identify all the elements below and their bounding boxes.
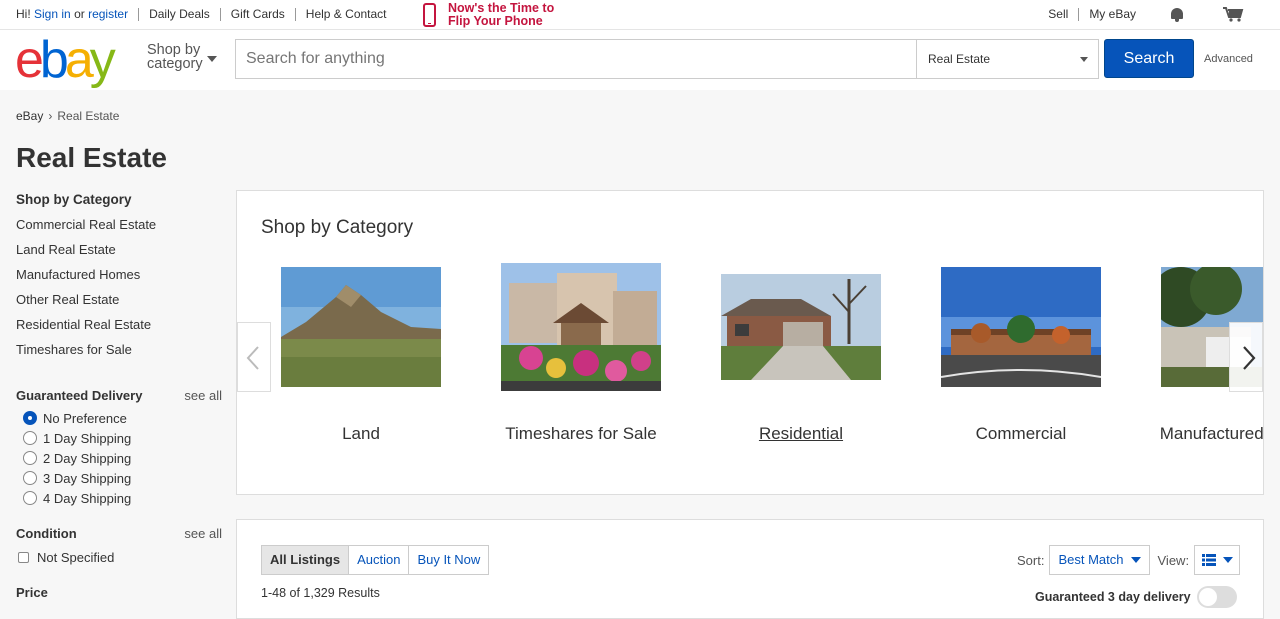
caret-down-icon xyxy=(1130,557,1141,563)
sidebar-item-manufactured-homes[interactable]: Manufactured Homes xyxy=(16,267,222,292)
sidebar-item-land-real-estate[interactable]: Land Real Estate xyxy=(16,242,222,267)
commercial-image xyxy=(941,267,1101,387)
promo-line-2: Flip Your Phone xyxy=(448,14,543,28)
radio-4-day[interactable]: 4 Day Shipping xyxy=(16,488,222,508)
phone-icon xyxy=(423,3,436,27)
breadcrumb-current: Real Estate xyxy=(57,109,120,123)
panel-title: Shop by Category xyxy=(261,217,414,238)
divider xyxy=(294,7,296,21)
see-all-link[interactable]: see all xyxy=(184,388,222,403)
breadcrumb: eBay › Real Estate xyxy=(16,109,119,123)
checkbox-not-specified[interactable]: Not Specified xyxy=(16,547,222,567)
top-left-links: Hi! Sign in or register Daily Deals Gift… xyxy=(16,7,387,21)
see-all-link[interactable]: see all xyxy=(184,526,222,541)
gift-cards-link[interactable]: Gift Cards xyxy=(231,7,285,21)
list-view-icon xyxy=(1201,554,1216,566)
filter-title: Condition xyxy=(16,526,77,541)
sort-view-controls: Sort: Best Match View: xyxy=(1017,545,1241,575)
chevron-right-icon xyxy=(1243,346,1256,370)
guaranteed-delivery-toggle-row: Guaranteed 3 day delivery xyxy=(1035,586,1237,608)
radio-icon xyxy=(23,431,37,445)
guaranteed-delivery-toggle[interactable] xyxy=(1196,586,1237,608)
search-button[interactable]: Search xyxy=(1104,39,1194,78)
radio-icon xyxy=(23,491,37,505)
search-box: Real Estate xyxy=(235,39,1099,79)
top-right-links: Sell My eBay xyxy=(1048,6,1244,22)
tile-label: Land xyxy=(342,424,380,443)
sign-in-link[interactable]: Sign in xyxy=(34,7,71,21)
caret-down-icon xyxy=(207,56,217,62)
chevron-left-icon xyxy=(246,346,259,370)
filter-title: Guaranteed Delivery xyxy=(16,388,143,403)
listing-type-tabs: All Listings Auction Buy It Now xyxy=(261,545,490,575)
bell-icon[interactable] xyxy=(1170,7,1184,22)
timeshares-image xyxy=(501,263,661,391)
caret-down-icon xyxy=(1222,557,1233,563)
view-dropdown[interactable] xyxy=(1194,545,1241,575)
tile-label: Timeshares for Sale xyxy=(505,424,657,443)
tile-label: Manufactured Homes xyxy=(1159,424,1264,443)
tab-auction[interactable]: Auction xyxy=(349,546,410,574)
breadcrumb-ebay[interactable]: eBay xyxy=(16,109,43,123)
ebay-logo[interactable]: ebay xyxy=(15,32,116,88)
page-title: Real Estate xyxy=(16,142,167,173)
tile-label: Residential xyxy=(758,424,844,443)
tab-all-listings[interactable]: All Listings xyxy=(262,546,350,574)
radio-1-day[interactable]: 1 Day Shipping xyxy=(16,428,222,448)
sort-label: Sort: xyxy=(1017,552,1045,568)
divider xyxy=(1078,7,1080,21)
checkbox-icon xyxy=(18,551,29,563)
category-select[interactable]: Real Estate xyxy=(928,52,990,66)
or-text: or xyxy=(74,7,85,21)
advanced-search-link[interactable]: Advanced xyxy=(1204,53,1253,65)
sidebar-item-residential-real-estate[interactable]: Residential Real Estate xyxy=(16,317,222,342)
residential-image xyxy=(721,274,881,380)
my-ebay-link[interactable]: My eBay xyxy=(1089,7,1136,21)
cart-icon[interactable] xyxy=(1222,6,1244,22)
radio-icon xyxy=(23,471,37,485)
sidebar-item-timeshares-for-sale[interactable]: Timeshares for Sale xyxy=(16,342,222,367)
radio-2-day[interactable]: 2 Day Shipping xyxy=(16,448,222,468)
radio-no-preference[interactable]: No Preference xyxy=(16,408,222,428)
shop-by-category-button[interactable]: Shop by category xyxy=(147,43,203,72)
daily-deals-link[interactable]: Daily Deals xyxy=(149,7,210,21)
sort-dropdown[interactable]: Best Match xyxy=(1049,545,1150,575)
left-sidebar: Shop by Category Commercial Real Estate … xyxy=(16,192,222,600)
sidebar-heading: Shop by Category xyxy=(16,192,132,207)
search-input[interactable] xyxy=(236,40,917,78)
greeting: Hi! xyxy=(16,7,31,21)
sidebar-item-other-real-estate[interactable]: Other Real Estate xyxy=(16,292,222,317)
register-link[interactable]: register xyxy=(88,7,128,21)
sell-link[interactable]: Sell xyxy=(1048,7,1068,21)
results-count: 1-48 of 1,329 Results xyxy=(261,586,380,600)
carousel-next-button[interactable] xyxy=(1229,322,1263,392)
filter-title: Price xyxy=(16,585,48,600)
divider xyxy=(219,7,221,21)
radio-icon xyxy=(23,451,37,465)
tile-label: Commercial xyxy=(975,424,1067,443)
shop-by-category-panel: Shop by Category Land Timeshares for Sal… xyxy=(236,190,1264,495)
view-label: View: xyxy=(1157,552,1190,568)
chevron-right-icon: › xyxy=(48,109,53,123)
divider xyxy=(138,7,140,21)
radio-selected-icon xyxy=(23,411,37,425)
promo-banner[interactable]: Now's the Time to Flip Your Phone xyxy=(423,2,554,28)
condition-filter: Condition see all Not Specified xyxy=(16,526,222,567)
listings-panel: All Listings Auction Buy It Now 1-48 of … xyxy=(236,519,1264,619)
land-image xyxy=(281,267,441,387)
help-contact-link[interactable]: Help & Contact xyxy=(306,7,387,21)
price-filter: Price xyxy=(16,585,222,600)
guaranteed-label: Guaranteed 3 day delivery xyxy=(1035,590,1191,604)
sidebar-item-commercial-real-estate[interactable]: Commercial Real Estate xyxy=(16,217,222,242)
guaranteed-delivery-filter: Guaranteed Delivery see all No Preferenc… xyxy=(16,388,222,508)
caret-down-icon xyxy=(1080,57,1088,62)
radio-3-day[interactable]: 3 Day Shipping xyxy=(16,468,222,488)
carousel-prev-button[interactable] xyxy=(237,322,271,392)
tab-buy-it-now[interactable]: Buy It Now xyxy=(409,546,488,574)
top-bar: Hi! Sign in or register Daily Deals Gift… xyxy=(0,0,1280,30)
header: ebay Shop by category Real Estate Search… xyxy=(0,30,1280,90)
